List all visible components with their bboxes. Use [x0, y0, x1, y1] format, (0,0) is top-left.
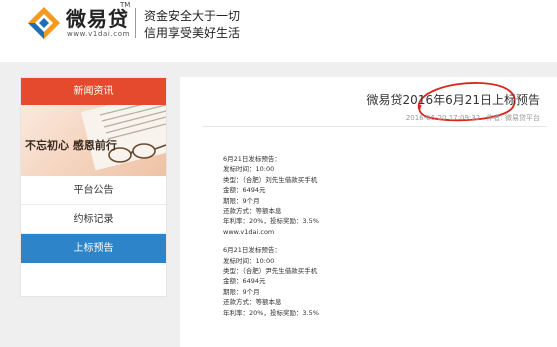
- announcement-block: 6月21日发标预告： 发标时间：10:00 类型：（合肥）刘先生借款买手机 金额…: [223, 154, 319, 237]
- announcement-line: 年利率：20%，投标奖励：3.5%: [223, 217, 319, 226]
- article-author: 作者: 微易贷平台: [486, 114, 540, 122]
- banner-slogan: 不忘初心 感恩前行: [25, 139, 117, 152]
- announcement-line: 6月21日发标预告：: [223, 246, 281, 255]
- sidebar-item-bid-records[interactable]: 约标记录: [21, 205, 166, 234]
- article-date: 2016-06-20 17:09:32: [405, 114, 481, 122]
- trademark-mark: TM: [120, 1, 131, 9]
- logo-url: www.v1dai.com: [67, 30, 131, 38]
- announcement-line: 年利率：20%，投标奖励：3.5%: [223, 308, 319, 317]
- logo-icon[interactable]: [26, 5, 62, 41]
- site-header: 微易贷 TM www.v1dai.com 资金安全大于一切 信用享受美好生活: [0, 0, 557, 62]
- article-body: 6月21日发标预告： 发标时间：10:00 类型：（合肥）刘先生借款买手机 金额…: [223, 154, 319, 326]
- header-divider: [135, 8, 136, 38]
- announcement-line: 金额：6494元: [223, 186, 266, 195]
- slogan-line-2: 信用享受美好生活: [144, 26, 241, 40]
- announcement-line: 期限：9个月: [223, 287, 260, 296]
- news-sidebar: 新闻资讯 不忘初心 感恩前行 平台公告 约标记录 上标预告: [20, 77, 167, 297]
- announcement-line: 发标时间：10:00: [223, 165, 275, 174]
- article-panel: 微易贷2016年6月21日上标预告 2016-06-20 17:09:32 作者…: [180, 77, 557, 347]
- slogan-line-1: 资金安全大于一切: [144, 9, 241, 23]
- announcement-line: 发标时间：10:00: [223, 256, 275, 265]
- announcement-line: 类型：（合肥）刘先生借款买手机: [223, 175, 318, 184]
- announcement-line: 类型：（合肥）尹先生借款买手机: [223, 267, 318, 276]
- announcement-line: 期限：9个月: [223, 196, 260, 205]
- title-divider: [202, 126, 547, 127]
- announcement-line: 还款方式：等额本息: [223, 298, 282, 307]
- sidebar-banner: 不忘初心 感恩前行: [21, 105, 166, 176]
- announcement-block: 6月21日发标预告： 发标时间：10:00 类型：（合肥）尹先生借款买手机 金额…: [223, 245, 319, 318]
- sidebar-item-listing-preview[interactable]: 上标预告: [21, 234, 166, 263]
- sidebar-item-platform-notice[interactable]: 平台公告: [21, 176, 166, 205]
- sidebar-heading[interactable]: 新闻资讯: [21, 78, 166, 105]
- website-link[interactable]: www.v1dai.com: [223, 227, 319, 237]
- article-meta: 2016-06-20 17:09:32 作者: 微易贷平台: [402, 113, 540, 123]
- announcement-line: 金额：6494元: [223, 277, 266, 286]
- announcement-line: 6月21日发标预告：: [223, 155, 281, 163]
- article-title: 微易贷2016年6月21日上标预告: [366, 93, 540, 107]
- announcement-line: 还款方式：等额本息: [223, 207, 282, 216]
